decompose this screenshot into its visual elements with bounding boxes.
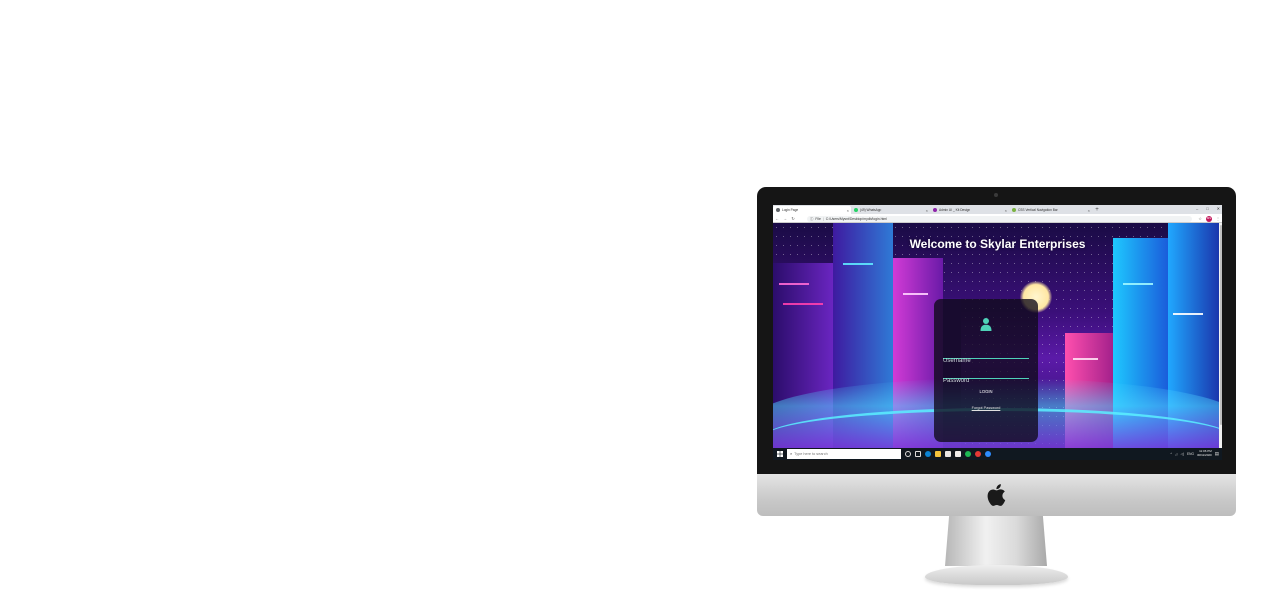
store-icon[interactable] xyxy=(945,451,951,457)
network-icon[interactable]: ◿ xyxy=(1175,452,1177,456)
site-favicon-icon xyxy=(1012,208,1016,212)
windows-taskbar: ⌕ ^ xyxy=(773,448,1222,460)
monitor-stand-neck xyxy=(945,516,1047,566)
site-favicon-icon xyxy=(933,208,937,212)
username-input[interactable] xyxy=(943,356,1029,366)
tab-close-icon[interactable]: × xyxy=(1005,208,1007,213)
bookmark-star-icon[interactable]: ☆ xyxy=(1198,216,1202,221)
windows-start-button[interactable] xyxy=(773,448,787,460)
info-icon: ⓘ xyxy=(810,217,814,221)
whatsapp-icon xyxy=(854,208,858,212)
forgot-password-link[interactable]: Forgot Password xyxy=(934,406,1038,410)
search-icon: ⌕ xyxy=(790,452,793,456)
page-scrollbar[interactable] xyxy=(1219,223,1222,448)
tab-label: Login Page xyxy=(782,208,799,212)
tab-close-icon[interactable]: × xyxy=(1088,208,1090,213)
close-window-button[interactable]: ✕ xyxy=(1217,205,1220,213)
file-explorer-icon[interactable] xyxy=(935,451,941,457)
cortana-icon[interactable] xyxy=(905,451,911,457)
username-field-wrapper xyxy=(943,349,1029,366)
chevron-up-icon[interactable]: ^ xyxy=(1171,452,1173,456)
system-tray: ^ ◿ ◁) ENG 11:06 PM 30/11/2020 ▤ xyxy=(1171,448,1219,460)
url-path: C:/Users/Mysnt/Desktop/mydb/login.html xyxy=(825,216,887,221)
window-light xyxy=(1073,358,1098,360)
tab-label: Admin UI _ Kit Design xyxy=(939,208,971,212)
tab-label: CSS Vertical Navigation Bar xyxy=(1018,208,1058,212)
monitor-bezel: Login Page × (49) WhatsApp × Admin UI _ … xyxy=(757,187,1236,474)
new-tab-button[interactable]: + xyxy=(1092,206,1102,214)
window-light xyxy=(1173,313,1203,315)
browser-tab-login[interactable]: Login Page × xyxy=(773,206,851,214)
password-input[interactable] xyxy=(943,376,1029,386)
back-arrow-icon[interactable]: ← xyxy=(773,216,781,221)
browser-tab-bar: Login Page × (49) WhatsApp × Admin UI _ … xyxy=(773,205,1222,214)
page-title: Welcome to Skylar Enterprises xyxy=(909,237,1086,251)
window-light xyxy=(843,263,873,265)
globe-icon xyxy=(776,208,780,212)
imac-mockup: Login Page × (49) WhatsApp × Admin UI _ … xyxy=(757,187,1236,587)
url-separator: | xyxy=(822,216,824,221)
login-button[interactable]: LOGIN xyxy=(972,387,1000,396)
window-light xyxy=(779,283,809,285)
monitor-screen: Login Page × (49) WhatsApp × Admin UI _ … xyxy=(773,205,1222,460)
scrollbar-thumb[interactable] xyxy=(1219,225,1222,425)
notifications-icon[interactable]: ▤ xyxy=(1215,451,1219,457)
window-light xyxy=(1123,283,1153,285)
password-field-wrapper xyxy=(943,369,1029,386)
apple-logo-icon xyxy=(987,484,1006,506)
browser-tab-admin-ui[interactable]: Admin UI _ Kit Design × xyxy=(930,206,1009,214)
mail-icon[interactable] xyxy=(955,451,961,457)
taskbar-pinned-apps xyxy=(905,451,991,457)
tab-label: (49) WhatsApp xyxy=(860,208,882,212)
login-page-background: Welcome to Skylar Enterprises LOGIN xyxy=(773,223,1222,448)
taskbar-clock[interactable]: 11:06 PM 30/11/2020 xyxy=(1196,449,1212,458)
window-light xyxy=(903,293,928,295)
chrome-icon[interactable] xyxy=(975,451,981,457)
user-icon xyxy=(980,318,992,331)
tab-close-icon[interactable]: × xyxy=(926,208,928,213)
clock-date: 30/11/2020 xyxy=(1196,453,1212,457)
url-scheme: File xyxy=(815,216,821,221)
menu-kebab-icon[interactable]: ⋮ xyxy=(1216,216,1220,221)
minimize-button[interactable]: – xyxy=(1196,205,1198,213)
task-view-icon[interactable] xyxy=(915,451,921,457)
windows-logo-icon xyxy=(777,451,783,457)
browser-tab-css-nav[interactable]: CSS Vertical Navigation Bar × xyxy=(1009,206,1092,214)
window-controls: – □ ✕ xyxy=(1196,205,1220,213)
taskbar-search-box[interactable]: ⌕ xyxy=(787,449,901,459)
toolbar-right: ☆ MS ⋮ xyxy=(1198,215,1220,222)
window-light xyxy=(783,303,823,305)
volume-icon[interactable]: ◁) xyxy=(1181,452,1185,456)
reload-icon[interactable]: ↻ xyxy=(789,216,797,221)
profile-avatar[interactable]: MS xyxy=(1206,215,1212,222)
url-field[interactable]: ⓘ File | C:/Users/Mysnt/Desktop/mydb/log… xyxy=(807,215,1192,222)
camera-dot xyxy=(994,193,998,197)
login-card: LOGIN Forgot Password xyxy=(934,299,1038,442)
monitor-stand-base xyxy=(925,565,1068,585)
canvas: Login Page × (49) WhatsApp × Admin UI _ … xyxy=(0,0,1280,616)
taskbar-search-input[interactable] xyxy=(794,452,890,456)
forward-arrow-icon[interactable]: → xyxy=(781,216,789,221)
zoom-icon[interactable] xyxy=(985,451,991,457)
spotify-icon[interactable] xyxy=(965,451,971,457)
browser-address-bar: ← → ↻ ⓘ File | C:/Users/Mysnt/Desktop/my… xyxy=(773,214,1222,223)
language-indicator[interactable]: ENG xyxy=(1187,452,1194,456)
browser-tab-whatsapp[interactable]: (49) WhatsApp × xyxy=(851,206,930,214)
edge-icon[interactable] xyxy=(925,451,931,457)
maximize-button[interactable]: □ xyxy=(1206,205,1208,213)
tab-close-icon[interactable]: × xyxy=(847,208,849,213)
